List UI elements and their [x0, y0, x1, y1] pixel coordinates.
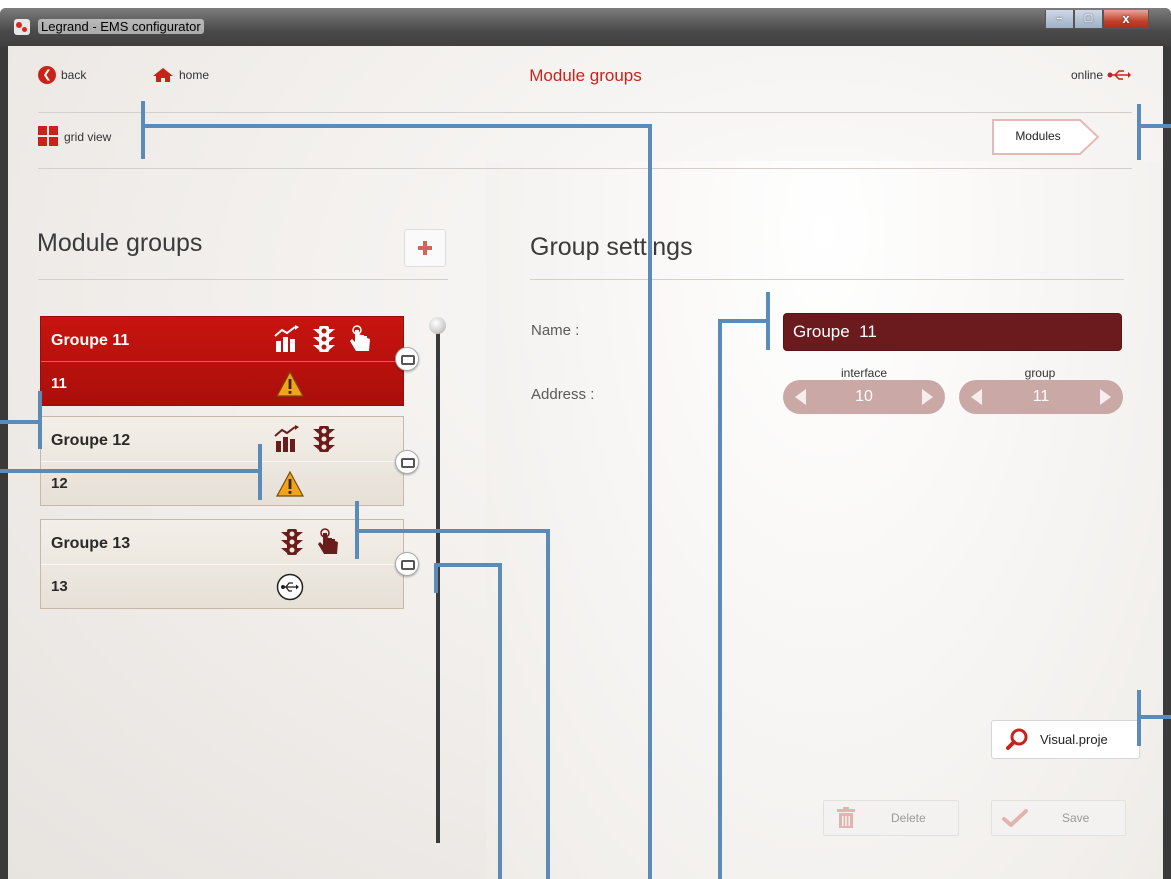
close-button[interactable]: x [1103, 10, 1149, 29]
annotation-line [718, 319, 722, 879]
minimize-icon: – [1056, 13, 1063, 24]
group-card-12[interactable]: Groupe 12 12 [40, 416, 404, 506]
group-card-13[interactable]: Groupe 13 13 [40, 519, 404, 609]
annotation-line [546, 529, 550, 879]
grid-icon [38, 126, 58, 146]
annotation-line [1137, 104, 1141, 160]
group-stepper[interactable]: 11 [959, 380, 1123, 414]
module-groups-divider [38, 279, 448, 280]
chart-icon [274, 325, 299, 352]
group-address: 11 [51, 375, 67, 392]
usb-icon [276, 573, 304, 601]
group-function-icons [273, 324, 375, 354]
annotation-line [0, 420, 42, 424]
header-divider [38, 112, 1132, 113]
modules-label: Modules [1015, 129, 1061, 143]
app-window: Legrand - EMS configurator – ▢ x ❮ back … [0, 8, 1171, 879]
link-toggle-icon[interactable] [395, 450, 419, 474]
annotation-line [498, 563, 502, 879]
group-settings-divider [530, 279, 1124, 280]
minimize-button[interactable]: – [1045, 10, 1074, 29]
window-title: Legrand - EMS configurator [38, 19, 204, 34]
settings-pane-background [486, 161, 1163, 879]
app-content: ❮ back home Module groups online grid vi… [8, 46, 1163, 879]
group-caption: group [1024, 366, 1056, 380]
link-toggle-icon[interactable] [395, 552, 419, 576]
grid-view-button[interactable]: grid view [38, 126, 111, 147]
annotation-line [141, 124, 652, 128]
group-name: Groupe 12 [51, 432, 131, 449]
page-title: Module groups [529, 66, 642, 85]
delete-button[interactable]: Delete [823, 800, 959, 836]
group-name-input[interactable] [783, 313, 1122, 351]
address-label: Address : [531, 386, 595, 403]
increment-arrow-icon[interactable] [922, 389, 933, 405]
warning-icon [275, 470, 305, 497]
warning-icon [275, 370, 305, 397]
group-card-11[interactable]: Groupe 11 11 [40, 316, 404, 406]
group-function-icons [273, 424, 339, 454]
card-divider [41, 461, 403, 462]
annotation-line [0, 469, 262, 473]
scrollbar-knob[interactable] [429, 317, 446, 334]
toolbar-divider [38, 168, 1132, 169]
traffic-light-icon [313, 326, 335, 352]
card-divider [41, 361, 403, 362]
increment-arrow-icon[interactable] [1100, 389, 1111, 405]
traffic-light-icon [281, 529, 303, 555]
close-icon: x [1122, 11, 1130, 26]
annotation-line [1137, 715, 1171, 719]
grid-view-label: grid view [64, 129, 112, 144]
window-controls: – ▢ x [1045, 10, 1149, 29]
annotation-line [648, 124, 652, 879]
save-button[interactable]: Save [991, 800, 1126, 836]
annotation-line [1140, 124, 1171, 128]
annotation-line [434, 563, 438, 593]
annotation-line [355, 529, 550, 533]
interface-value: 10 [855, 388, 873, 405]
annotation-line [718, 319, 770, 323]
group-address: 13 [51, 578, 68, 595]
trash-icon [837, 807, 855, 828]
name-label: Name : [531, 322, 580, 339]
chart-icon [274, 425, 299, 452]
usb-connection-icon [1107, 70, 1131, 80]
group-settings-heading: Group settings [530, 233, 693, 261]
annotation-line [434, 563, 502, 567]
group-name: Groupe 11 [51, 332, 130, 349]
link-toggle-icon[interactable] [395, 347, 419, 371]
legrand-app-icon [14, 19, 30, 35]
card-divider [41, 564, 403, 565]
module-groups-heading: Module groups [37, 229, 203, 257]
search-icon [1006, 728, 1028, 750]
add-group-button[interactable] [404, 229, 446, 267]
group-value: 11 [1032, 388, 1050, 405]
hand-pointer-icon [350, 325, 370, 351]
delete-label: Delete [891, 811, 926, 825]
interface-stepper[interactable]: 10 [783, 380, 945, 414]
visual-project-label: Visual.proje [1040, 732, 1108, 747]
visual-project-button[interactable]: Visual.proje [991, 720, 1140, 759]
group-name: Groupe 13 [51, 535, 131, 552]
annotation-line [141, 101, 145, 159]
group-address: 12 [51, 475, 68, 492]
connection-status-label: online [1070, 68, 1103, 82]
save-label: Save [1062, 811, 1090, 825]
maximize-button[interactable]: ▢ [1074, 10, 1103, 29]
modules-button[interactable]: Modules [990, 118, 1100, 156]
traffic-light-icon [313, 426, 335, 452]
connection-status: online [1071, 68, 1131, 82]
maximize-icon: ▢ [1083, 13, 1094, 24]
interface-caption: interface [840, 366, 888, 380]
title-bar[interactable]: Legrand - EMS configurator – ▢ x [0, 8, 1171, 46]
group-function-icons [277, 527, 343, 557]
check-icon [1002, 809, 1028, 827]
hand-pointer-icon [318, 528, 338, 554]
